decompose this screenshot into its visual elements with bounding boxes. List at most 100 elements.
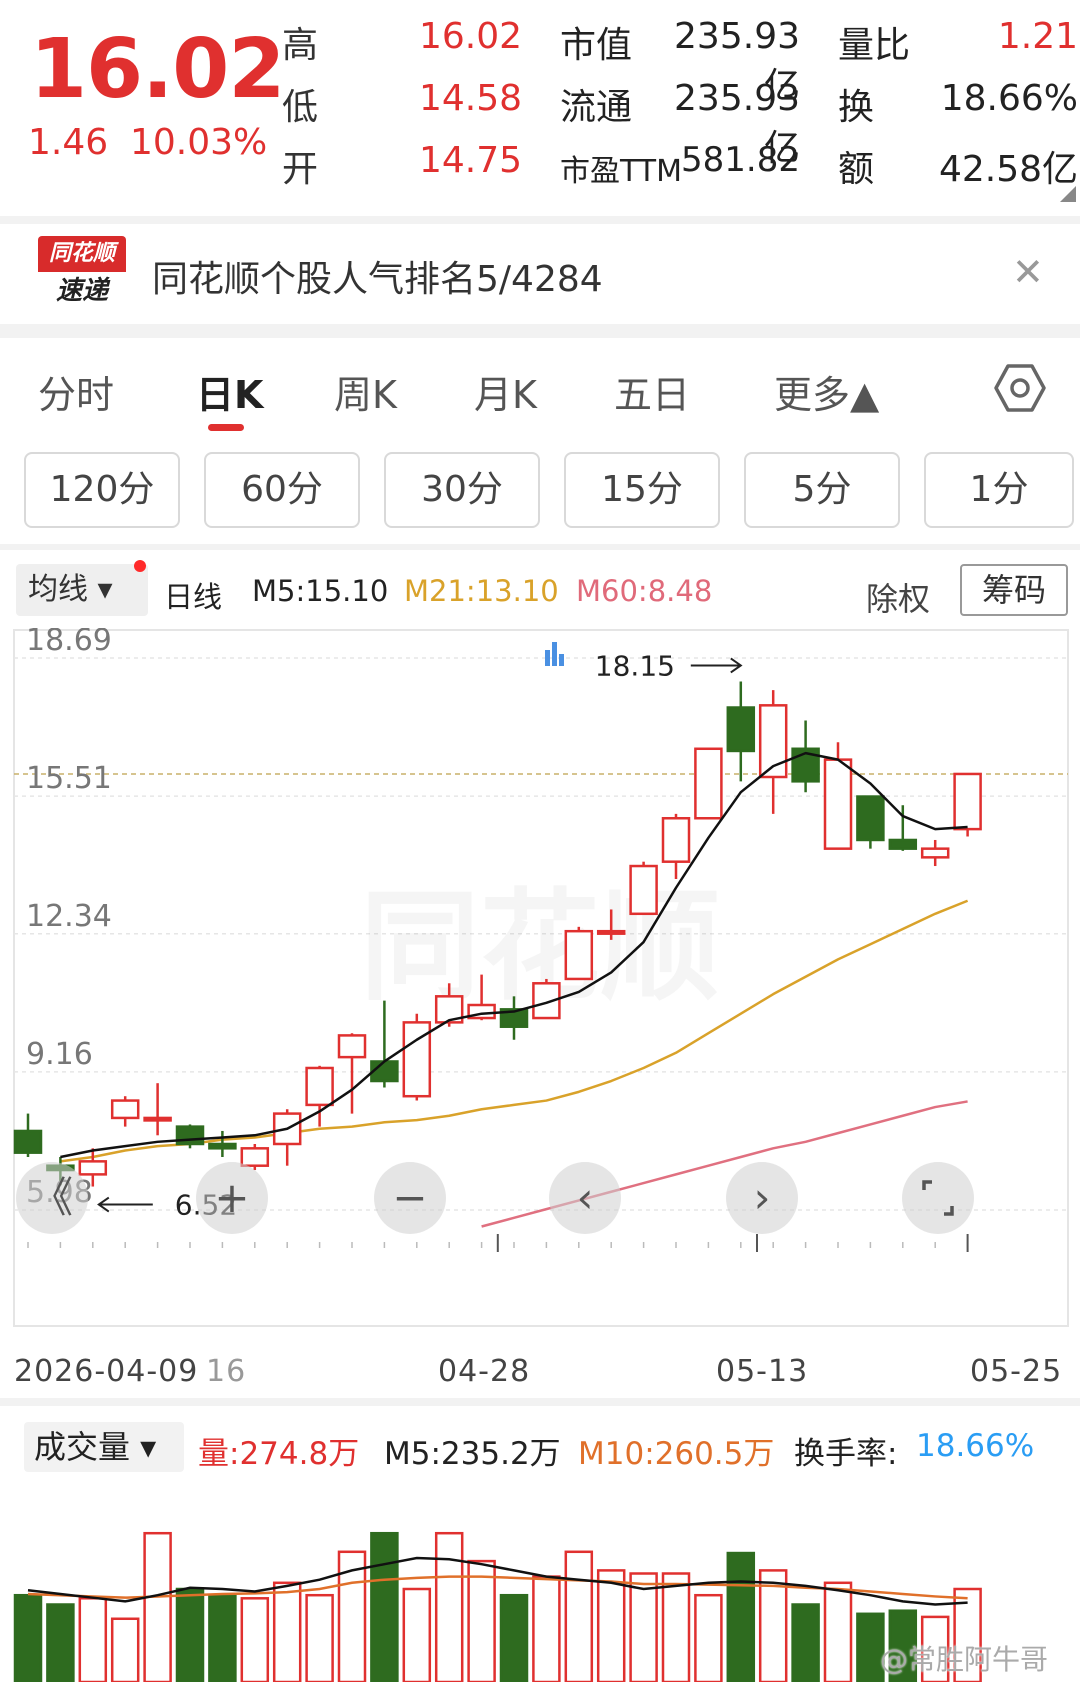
- minute-5-button[interactable]: 5分: [744, 452, 900, 528]
- volratio-label: 量比: [838, 25, 911, 66]
- candle: [175, 1124, 205, 1149]
- volume-bar: [726, 1551, 756, 1682]
- minute-15-button[interactable]: 15分: [564, 452, 720, 528]
- candle: [726, 681, 756, 782]
- separator: [0, 1398, 1080, 1406]
- candle: [110, 1096, 140, 1127]
- candle: [694, 747, 723, 820]
- x-label-0525: 05-25: [970, 1354, 1063, 1389]
- candle-body: [143, 1116, 172, 1122]
- candle-body: [13, 1129, 43, 1154]
- volume-bar: [791, 1603, 820, 1682]
- amount-value: 42.58亿: [938, 149, 1078, 190]
- y-tick-label: 9.16: [26, 1037, 93, 1072]
- volume-bar: [110, 1617, 140, 1682]
- candle-body: [953, 772, 982, 831]
- ma5-label: M5:15.10: [252, 574, 389, 608]
- candle-body: [856, 795, 885, 842]
- candle: [272, 1109, 302, 1166]
- volume-bar: [305, 1593, 334, 1682]
- candle: [143, 1083, 172, 1136]
- volume-bar: [596, 1569, 626, 1682]
- x-axis-ticks: [27, 1234, 969, 1252]
- active-tab-indicator: [208, 424, 244, 431]
- minute-60-button[interactable]: 60分: [204, 452, 360, 528]
- x-label-0513: 05-13: [716, 1354, 809, 1389]
- watermark-text: @常胜阿牛哥: [880, 1643, 1049, 1676]
- tab-monthly-k[interactable]: 月K: [474, 364, 537, 419]
- y-tick-label: 12.34: [26, 899, 112, 934]
- volume-bar: [694, 1593, 723, 1682]
- minute-30-button[interactable]: 30分: [384, 452, 540, 528]
- popularity-banner-text[interactable]: 同花顺个股人气排名5/4284: [152, 250, 603, 302]
- open-value: 14.75: [418, 140, 522, 181]
- candle-body: [305, 1066, 334, 1107]
- volume-bar: [46, 1603, 75, 1682]
- separator: [0, 544, 1080, 550]
- settings-icon[interactable]: [994, 362, 1046, 414]
- tab-daily-k[interactable]: 日K: [196, 364, 263, 419]
- candle-body: [629, 864, 658, 916]
- candle-body: [920, 847, 950, 859]
- fullscreen-icon: [902, 1162, 974, 1234]
- ex-rights-toggle[interactable]: 除权: [866, 574, 930, 620]
- volume-bar: [823, 1581, 853, 1682]
- candle-body: [240, 1147, 270, 1167]
- ma60-label: M60:8.48: [576, 574, 713, 608]
- candle-body: [337, 1034, 367, 1059]
- candle-body: [564, 929, 594, 981]
- candle: [661, 813, 691, 880]
- ma21-label: M21:13.10: [404, 574, 559, 608]
- candle-body: [726, 706, 756, 753]
- scroll-left-icon-glyph: ‹: [577, 1173, 594, 1222]
- volratio-value: 1.21: [997, 16, 1078, 57]
- separator: [0, 324, 1080, 338]
- minus-icon-glyph: −: [392, 1173, 427, 1222]
- fullscreen-icon-bg: [902, 1162, 974, 1234]
- open-label: 开: [282, 149, 319, 190]
- candle-body: [370, 1060, 399, 1083]
- zoom-in-icon: +: [196, 1162, 268, 1234]
- scroll-right-icon: ›: [726, 1162, 798, 1234]
- candle-body: [208, 1142, 237, 1150]
- volume-selector[interactable]: 成交量 ▾: [24, 1422, 184, 1472]
- ma-selector[interactable]: 均线 ▾: [16, 564, 148, 616]
- x-label-start: 2026-04-09: [14, 1354, 199, 1389]
- volume-bar: [143, 1531, 172, 1682]
- tab-weekly-k[interactable]: 周K: [334, 364, 397, 419]
- chip-distribution-button[interactable]: 筹码: [960, 564, 1068, 616]
- price-change-pct: 10.03%: [130, 122, 268, 163]
- volume-bar: [402, 1587, 432, 1682]
- volume-bar: [78, 1597, 108, 1682]
- scroll-left-icon: ‹: [549, 1162, 621, 1234]
- candle-body: [888, 838, 918, 850]
- close-icon[interactable]: ✕: [1012, 252, 1044, 292]
- expand-corner-icon[interactable]: [1060, 186, 1076, 202]
- turnover-rate-value: 18.66%: [916, 1428, 1035, 1464]
- volume-value: 量:274.8万: [198, 1436, 360, 1472]
- candle: [208, 1130, 237, 1158]
- candle: [13, 1113, 43, 1158]
- volume-bar: [370, 1531, 399, 1682]
- candle-body: [110, 1099, 140, 1120]
- volume-bar: [13, 1593, 43, 1682]
- candle: [920, 839, 950, 867]
- tab-five-day[interactable]: 五日: [614, 364, 690, 419]
- y-tick-label: 18.69: [26, 628, 112, 658]
- volume-bar: [499, 1593, 529, 1682]
- price-change: 1.46: [28, 122, 109, 163]
- volume-bar: [272, 1581, 302, 1682]
- y-tick-label: 15.51: [26, 761, 112, 796]
- tab-more[interactable]: 更多▲: [774, 364, 879, 419]
- y-axis-ticks: 18.6915.5112.349.165.98: [26, 628, 112, 1210]
- minute-1-button[interactable]: 1分: [924, 452, 1074, 528]
- turnover-label: 换: [838, 87, 875, 128]
- low-value: 14.58: [418, 78, 522, 119]
- volume-bar: [175, 1587, 205, 1682]
- tab-intraday[interactable]: 分时: [38, 364, 114, 419]
- minute-120-button[interactable]: 120分: [24, 452, 180, 528]
- candlestick-chart[interactable]: 同花顺 18.6915.5112.349.165.98 18.156.52 《+…: [0, 628, 1080, 1328]
- candle: [758, 690, 788, 814]
- volume-bar: [661, 1572, 691, 1682]
- bar-chart-icon: [545, 642, 564, 666]
